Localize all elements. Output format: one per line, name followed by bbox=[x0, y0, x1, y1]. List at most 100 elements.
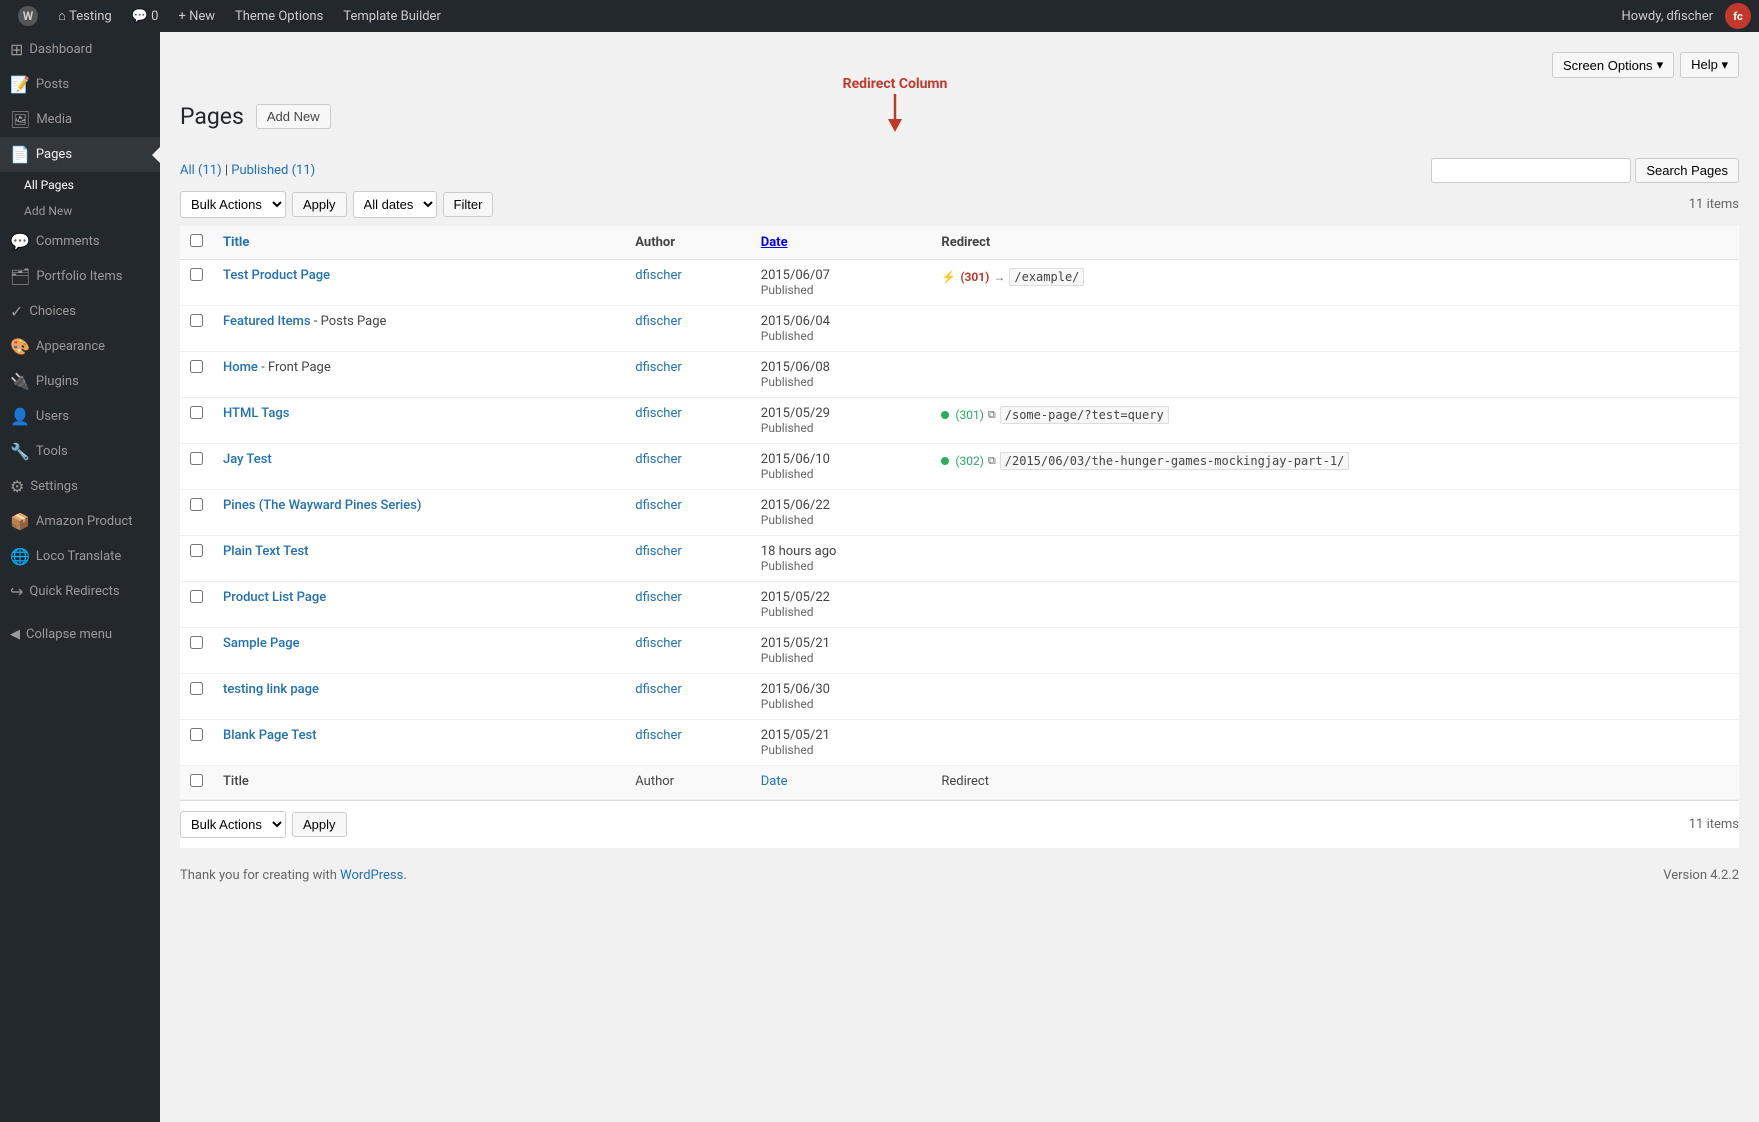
row-checkbox-5[interactable] bbox=[190, 452, 203, 465]
theme-options-button[interactable]: Theme Options bbox=[225, 0, 333, 32]
author-link-11[interactable]: dfischer bbox=[635, 728, 682, 743]
search-input[interactable] bbox=[1431, 158, 1631, 183]
row-checkbox-11[interactable] bbox=[190, 728, 203, 741]
table-row: Pines (The Wayward Pines Series) dfische… bbox=[180, 490, 1739, 536]
date-value-9: 2015/05/21 bbox=[761, 636, 922, 651]
author-link-6[interactable]: dfischer bbox=[635, 498, 682, 513]
author-link-3[interactable]: dfischer bbox=[635, 360, 682, 375]
site-name-button[interactable]: ⌂ Testing bbox=[48, 0, 122, 32]
external-icon-4: ⧉ bbox=[988, 408, 996, 422]
page-title-link-1[interactable]: Test Product Page bbox=[223, 268, 330, 283]
new-item-button[interactable]: + New bbox=[168, 0, 225, 32]
sidebar-item-pages[interactable]: 📄 Pages bbox=[0, 137, 160, 172]
sidebar-item-users[interactable]: 👤 Users bbox=[0, 399, 160, 434]
sidebar-item-comments[interactable]: 💬 Comments bbox=[0, 224, 160, 259]
sidebar-item-media[interactable]: 🖼 Media bbox=[0, 102, 160, 137]
comments-button[interactable]: 💬 0 bbox=[122, 0, 169, 32]
sidebar: ⊞ Dashboard 📝 Posts 🖼 Media 📄 Pages All … bbox=[0, 32, 160, 1122]
author-link-2[interactable]: dfischer bbox=[635, 314, 682, 329]
row-checkbox-4[interactable] bbox=[190, 406, 203, 419]
sidebar-item-dashboard[interactable]: ⊞ Dashboard bbox=[0, 32, 160, 67]
page-title-link-10[interactable]: testing link page bbox=[223, 682, 319, 697]
sidebar-item-amazon[interactable]: 📦 Amazon Product bbox=[0, 504, 160, 539]
sidebar-item-portfolio[interactable]: 🗂 Portfolio Items bbox=[0, 259, 160, 294]
date-value-1: 2015/06/07 bbox=[761, 268, 922, 283]
row-checkbox-6[interactable] bbox=[190, 498, 203, 511]
author-link-10[interactable]: dfischer bbox=[635, 682, 682, 697]
page-title-link-7[interactable]: Plain Text Test bbox=[223, 544, 308, 559]
filter-button[interactable]: Filter bbox=[443, 192, 494, 217]
sidebar-item-plugins[interactable]: 🔌 Plugins bbox=[0, 364, 160, 399]
sidebar-item-posts[interactable]: 📝 Posts bbox=[0, 67, 160, 102]
row-checkbox-1[interactable] bbox=[190, 268, 203, 281]
all-pages-link[interactable]: All (11) bbox=[180, 163, 222, 178]
published-pages-link[interactable]: Published (11) bbox=[231, 163, 315, 178]
pages-icon: 📄 bbox=[10, 145, 30, 164]
row-checkbox-8[interactable] bbox=[190, 590, 203, 603]
search-pages-button[interactable]: Search Pages bbox=[1635, 158, 1739, 183]
sidebar-item-choices[interactable]: ✓ Choices bbox=[0, 294, 160, 329]
page-title-link-9[interactable]: Sample Page bbox=[223, 636, 300, 651]
author-link-7[interactable]: dfischer bbox=[635, 544, 682, 559]
wp-logo-button[interactable]: W bbox=[8, 0, 48, 32]
items-count-top: 11 items bbox=[1689, 197, 1739, 212]
help-button[interactable]: Help ▾ bbox=[1680, 52, 1739, 78]
sidebar-item-settings[interactable]: ⚙ Settings bbox=[0, 469, 160, 504]
status-value-4: Published bbox=[761, 421, 922, 435]
bulk-actions-select-top[interactable]: Bulk Actions bbox=[180, 191, 286, 218]
row-checkbox-10[interactable] bbox=[190, 682, 203, 695]
select-all-bottom-checkbox[interactable] bbox=[190, 774, 203, 787]
pages-table: Title Author Date Redirect Test Product … bbox=[180, 226, 1739, 800]
row-checkbox-3[interactable] bbox=[190, 360, 203, 373]
status-value-1: Published bbox=[761, 283, 922, 297]
bulk-actions-select-bottom[interactable]: Bulk Actions bbox=[180, 811, 286, 838]
date-sort-link[interactable]: Date bbox=[761, 235, 788, 250]
date-value-7: 18 hours ago bbox=[761, 544, 922, 559]
page-title-link-4[interactable]: HTML Tags bbox=[223, 406, 289, 421]
screen-options-button[interactable]: Screen Options ▾ bbox=[1552, 52, 1674, 78]
new-label: New bbox=[189, 9, 215, 24]
dates-filter-select[interactable]: All dates bbox=[353, 191, 437, 218]
sidebar-item-redirects[interactable]: ↪ Quick Redirects bbox=[0, 574, 160, 609]
page-title-link-8[interactable]: Product List Page bbox=[223, 590, 326, 605]
sidebar-item-tools[interactable]: 🔧 Tools bbox=[0, 434, 160, 469]
footer: Thank you for creating with WordPress. V… bbox=[180, 848, 1739, 893]
author-link-4[interactable]: dfischer bbox=[635, 406, 682, 421]
collapse-menu-button[interactable]: ◀ Collapse menu bbox=[0, 619, 160, 650]
title-sort-link[interactable]: Title bbox=[223, 235, 249, 250]
wordpress-link[interactable]: WordPress. bbox=[340, 868, 407, 883]
author-link-8[interactable]: dfischer bbox=[635, 590, 682, 605]
user-avatar[interactable]: fc bbox=[1725, 3, 1751, 29]
page-title-link-2[interactable]: Featured Items bbox=[223, 314, 311, 329]
sidebar-item-loco[interactable]: 🌐 Loco Translate bbox=[0, 539, 160, 574]
date-cell-7: 18 hours ago Published bbox=[751, 536, 932, 582]
apply-button-top[interactable]: Apply bbox=[292, 192, 347, 217]
sidebar-sub-add-new[interactable]: Add New bbox=[0, 198, 160, 224]
select-all-checkbox[interactable] bbox=[190, 234, 203, 247]
author-link-1[interactable]: dfischer bbox=[635, 268, 682, 283]
page-title-link-5[interactable]: Jay Test bbox=[223, 452, 272, 467]
footer-date-sort-link[interactable]: Date bbox=[761, 774, 788, 789]
page-title-link-3[interactable]: Home bbox=[223, 360, 258, 375]
users-icon: 👤 bbox=[10, 407, 30, 426]
row-checkbox-9[interactable] bbox=[190, 636, 203, 649]
page-title-link-6[interactable]: Pines (The Wayward Pines Series) bbox=[223, 498, 421, 513]
date-cell-5: 2015/06/10 Published bbox=[751, 444, 932, 490]
sidebar-sub-all-pages[interactable]: All Pages bbox=[0, 172, 160, 198]
status-value-11: Published bbox=[761, 743, 922, 757]
template-builder-button[interactable]: Template Builder bbox=[333, 0, 451, 32]
col-header-title: Title bbox=[213, 226, 625, 260]
status-value-2: Published bbox=[761, 329, 922, 343]
portfolio-icon: 🗂 bbox=[10, 267, 30, 286]
redirect-code-1: (301) bbox=[960, 270, 989, 284]
sidebar-item-appearance[interactable]: 🎨 Appearance bbox=[0, 329, 160, 364]
date-cell-8: 2015/05/22 Published bbox=[751, 582, 932, 628]
row-checkbox-2[interactable] bbox=[190, 314, 203, 327]
screen-options-label: Screen Options bbox=[1563, 58, 1653, 73]
author-link-5[interactable]: dfischer bbox=[635, 452, 682, 467]
row-checkbox-7[interactable] bbox=[190, 544, 203, 557]
apply-button-bottom[interactable]: Apply bbox=[292, 812, 347, 837]
add-new-button[interactable]: Add New bbox=[256, 104, 331, 129]
author-link-9[interactable]: dfischer bbox=[635, 636, 682, 651]
page-title-link-11[interactable]: Blank Page Test bbox=[223, 728, 317, 743]
